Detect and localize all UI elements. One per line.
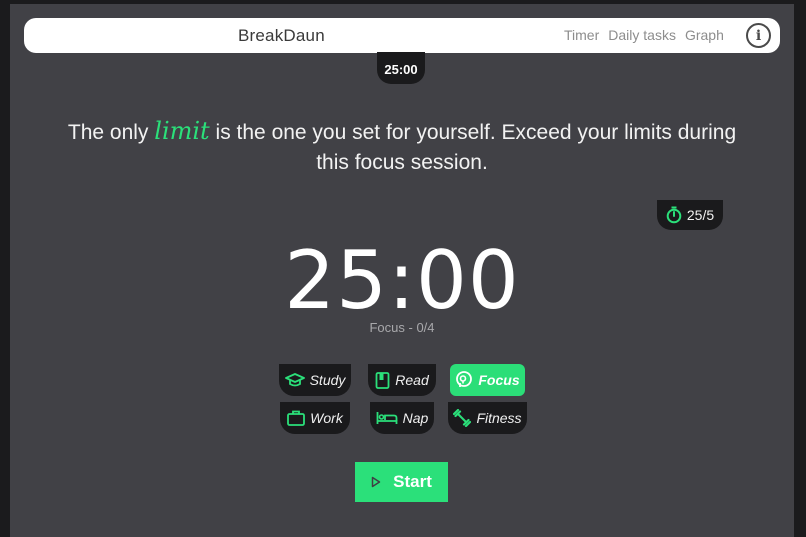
head-focus-icon <box>456 371 473 387</box>
info-icon[interactable]: i <box>746 23 771 48</box>
nav-link-graph[interactable]: Graph <box>685 27 724 43</box>
category-label: Work <box>310 410 343 426</box>
category-label: Study <box>309 372 346 388</box>
navbar: BreakDaun Timer Daily tasks Graph i <box>24 18 780 53</box>
bed-icon <box>376 412 398 424</box>
quote-highlight: limit <box>154 117 210 145</box>
stopwatch-icon <box>666 206 682 224</box>
category-study-button[interactable]: Study <box>279 364 351 396</box>
preset-toggle[interactable]: 25/5 <box>657 200 723 230</box>
category-nap-button[interactable]: Nap <box>370 402 434 434</box>
mini-timer-badge: 25:00 <box>377 52 425 84</box>
category-label: Read <box>395 372 429 388</box>
category-work-button[interactable]: Work <box>280 402 350 434</box>
category-label: Fitness <box>476 410 522 426</box>
quote-text-start: The only <box>67 121 155 144</box>
nav-links: Timer Daily tasks Graph <box>564 27 733 43</box>
category-read-button[interactable]: Read <box>368 364 436 396</box>
category-fitness-button[interactable]: Fitness <box>448 402 527 434</box>
briefcase-icon <box>287 410 306 426</box>
category-label: Focus <box>478 372 520 388</box>
brand-title[interactable]: BreakDaun <box>238 26 328 46</box>
quote-text-end: is the one you set for yourself. Exceed … <box>209 121 737 174</box>
start-label: Start <box>393 472 432 491</box>
app-window: BreakDaun Timer Daily tasks Graph i 25:0… <box>10 4 794 537</box>
nav-link-daily-tasks[interactable]: Daily tasks <box>608 27 676 43</box>
dumbbell-icon <box>453 409 472 427</box>
book-icon <box>375 371 390 389</box>
preset-label: 25/5 <box>686 207 715 223</box>
play-icon <box>371 476 381 488</box>
nav-link-timer[interactable]: Timer <box>564 27 599 43</box>
motivational-quote: The only limit is the one you set for yo… <box>50 116 754 178</box>
session-counter: Focus - 0/4 <box>369 320 435 335</box>
category-focus-button[interactable]: Focus <box>450 364 525 396</box>
start-button[interactable]: Start <box>355 462 448 502</box>
category-label: Nap <box>402 410 429 426</box>
graduation-cap-icon <box>284 373 305 387</box>
timer-display: 25:00 <box>284 234 520 327</box>
